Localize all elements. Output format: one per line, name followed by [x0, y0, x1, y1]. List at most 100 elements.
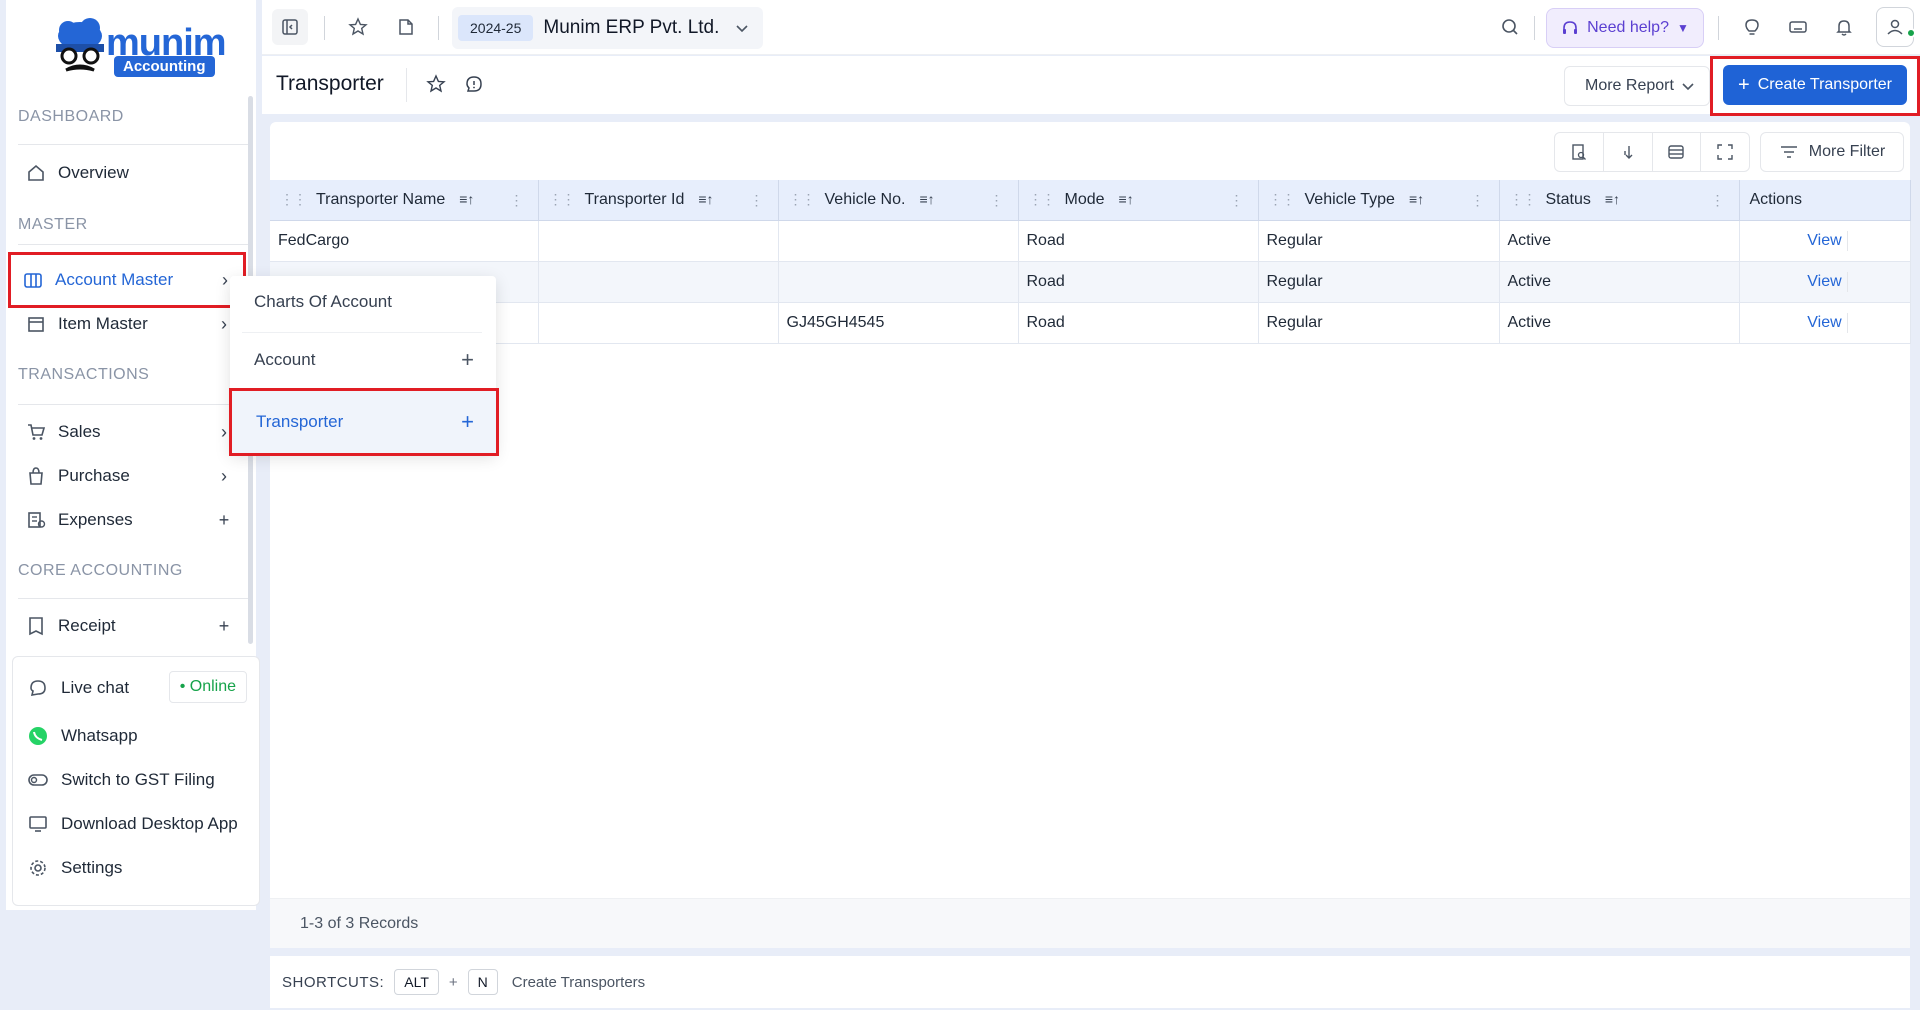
- submenu-item-label: Account: [254, 350, 316, 369]
- sort-icon[interactable]: ≡↑: [1605, 191, 1620, 207]
- search-icon: [1502, 19, 1518, 35]
- column-label: Vehicle No.: [824, 190, 906, 208]
- sidebar-item-purchase[interactable]: Purchase ›: [14, 456, 242, 496]
- user-avatar-button[interactable]: [1876, 7, 1916, 47]
- logo-badge: Accounting: [114, 56, 215, 77]
- more-report-dropdown[interactable]: More Report: [1564, 66, 1710, 106]
- submenu-item-account[interactable]: Account +: [230, 334, 496, 386]
- favorite-page-button[interactable]: [424, 72, 448, 96]
- favorites-button[interactable]: [340, 9, 376, 45]
- sort-icon[interactable]: ≡↑: [1119, 191, 1134, 207]
- column-header-transporter-id[interactable]: ⋮⋮ Transporter Id ≡↑ ⋮: [538, 180, 779, 221]
- cell-mode: Road: [1018, 261, 1259, 303]
- chevron-down-icon: [736, 25, 748, 33]
- bell-icon: [1836, 20, 1852, 36]
- sidebar-item-account-master[interactable]: Account Master ›: [8, 252, 246, 308]
- fullscreen-button[interactable]: [1701, 133, 1749, 171]
- sidebar-item-label: Overview: [58, 163, 129, 182]
- whatsapp-link[interactable]: Whatsapp: [27, 719, 138, 753]
- table-row[interactable]: Road Regular Active View: [270, 261, 1911, 303]
- kebab-menu-icon[interactable]: ⋮: [1230, 192, 1244, 209]
- section-core-accounting: CORE ACCOUNTING: [18, 562, 183, 579]
- column-header-mode[interactable]: ⋮⋮ Mode ≡↑ ⋮: [1018, 180, 1259, 221]
- ideas-button[interactable]: [1734, 9, 1770, 45]
- submenu-item-transporter[interactable]: Transporter +: [229, 388, 499, 456]
- notifications-button[interactable]: [1826, 9, 1862, 45]
- table-row[interactable]: FedCargo Road Regular Active View: [270, 220, 1911, 262]
- collapse-sidebar-button[interactable]: [272, 9, 308, 45]
- search-button[interactable]: [1492, 9, 1528, 45]
- kebab-menu-icon[interactable]: ⋮: [990, 192, 1004, 209]
- sidebar-item-overview[interactable]: Overview: [14, 153, 242, 193]
- section-master: MASTER: [18, 216, 88, 233]
- switch-gst-label: Switch to GST Filing: [61, 770, 215, 789]
- sidebar-item-sales[interactable]: Sales ›: [14, 412, 242, 452]
- sidebar-item-item-master[interactable]: Item Master ›: [14, 304, 242, 344]
- cell-status: Active: [1499, 220, 1740, 262]
- view-link[interactable]: View: [1807, 273, 1841, 290]
- column-header-vehicle-no[interactable]: ⋮⋮ Vehicle No. ≡↑ ⋮: [778, 180, 1019, 221]
- chevron-down-icon: [1682, 83, 1694, 91]
- toggle-icon: [27, 769, 49, 791]
- density-button[interactable]: [1653, 133, 1702, 171]
- receipt-icon: [26, 616, 46, 636]
- submenu-item-label: Transporter: [256, 412, 344, 431]
- filter-icon: [1780, 146, 1797, 158]
- create-transporter-button[interactable]: + Create Transporter: [1723, 65, 1907, 105]
- divider: [18, 144, 248, 145]
- bulb-icon: [1745, 19, 1759, 35]
- shortcut-plus: +: [448, 973, 458, 991]
- download-app-link[interactable]: Download Desktop App: [27, 807, 238, 841]
- notes-button[interactable]: [388, 9, 424, 45]
- plus-icon[interactable]: +: [214, 616, 234, 637]
- drag-handle-icon[interactable]: ⋮⋮: [1029, 191, 1056, 207]
- switch-gst-link[interactable]: Switch to GST Filing: [27, 763, 215, 797]
- drag-handle-icon[interactable]: ⋮⋮: [549, 191, 576, 207]
- drag-handle-icon[interactable]: ⋮⋮: [1510, 191, 1537, 207]
- column-label: Transporter Name: [316, 190, 446, 208]
- kebab-menu-icon[interactable]: ⋮: [1711, 192, 1725, 209]
- divider: [1846, 271, 1848, 292]
- column-header-actions: Actions: [1739, 180, 1911, 221]
- submenu-item-charts-of-account[interactable]: Charts Of Account: [230, 276, 496, 328]
- page-header: Transporter More Report + Create Transpo…: [262, 56, 1920, 116]
- drag-handle-icon[interactable]: ⋮⋮: [1269, 191, 1296, 207]
- report-search-button[interactable]: [1555, 133, 1604, 171]
- sidebar-item-label: Account Master: [55, 270, 174, 289]
- sidebar-item-receipt[interactable]: Receipt +: [14, 606, 242, 646]
- column-header-vehicle-type[interactable]: ⋮⋮ Vehicle Type ≡↑ ⋮: [1258, 180, 1500, 221]
- keyboard-shortcuts-button[interactable]: [1780, 9, 1816, 45]
- more-filter-button[interactable]: More Filter: [1760, 132, 1904, 172]
- live-chat-link[interactable]: Live chat: [27, 671, 129, 705]
- sidebar-item-expenses[interactable]: Expenses +: [14, 500, 242, 540]
- table-row[interactable]: GJ45GH4545 Road Regular Active View: [270, 302, 1911, 344]
- munim-logo[interactable]: munim Accounting: [50, 18, 230, 80]
- sort-icon[interactable]: ≡↑: [1409, 191, 1424, 207]
- plus-icon[interactable]: +: [461, 347, 474, 373]
- kebab-menu-icon[interactable]: ⋮: [510, 192, 524, 209]
- company-selector[interactable]: 2024-25 Munim ERP Pvt. Ltd.: [452, 7, 764, 49]
- drag-handle-icon[interactable]: ⋮⋮: [280, 191, 307, 207]
- create-transporter-label: Create Transporter: [1757, 76, 1892, 93]
- column-header-status[interactable]: ⋮⋮ Status ≡↑ ⋮: [1499, 180, 1740, 221]
- plus-icon[interactable]: +: [214, 510, 234, 531]
- kebab-menu-icon[interactable]: ⋮: [750, 192, 764, 209]
- sort-icon[interactable]: ≡↑: [698, 191, 713, 207]
- submenu-item-label: Charts Of Account: [254, 292, 392, 311]
- sort-button[interactable]: [1604, 133, 1653, 171]
- note-icon: [399, 19, 413, 35]
- sort-icon[interactable]: ≡↑: [919, 191, 934, 207]
- feedback-button[interactable]: [462, 72, 486, 96]
- drag-handle-icon[interactable]: ⋮⋮: [789, 191, 816, 207]
- view-link[interactable]: View: [1807, 314, 1841, 331]
- column-header-transporter-name[interactable]: ⋮⋮ Transporter Name ≡↑ ⋮: [270, 180, 539, 221]
- settings-link[interactable]: Settings: [27, 851, 122, 885]
- divider: [1846, 230, 1848, 251]
- kebab-menu-icon[interactable]: ⋮: [1471, 192, 1485, 209]
- table-header-row: ⋮⋮ Transporter Name ≡↑ ⋮ ⋮⋮ Transporter Id ≡↑…: [270, 180, 1911, 221]
- sort-icon[interactable]: ≡↑: [459, 191, 474, 207]
- need-help-button[interactable]: Need help? ▼: [1546, 8, 1704, 48]
- view-link[interactable]: View: [1807, 232, 1841, 249]
- plus-icon[interactable]: +: [461, 409, 474, 435]
- divider: [18, 598, 248, 599]
